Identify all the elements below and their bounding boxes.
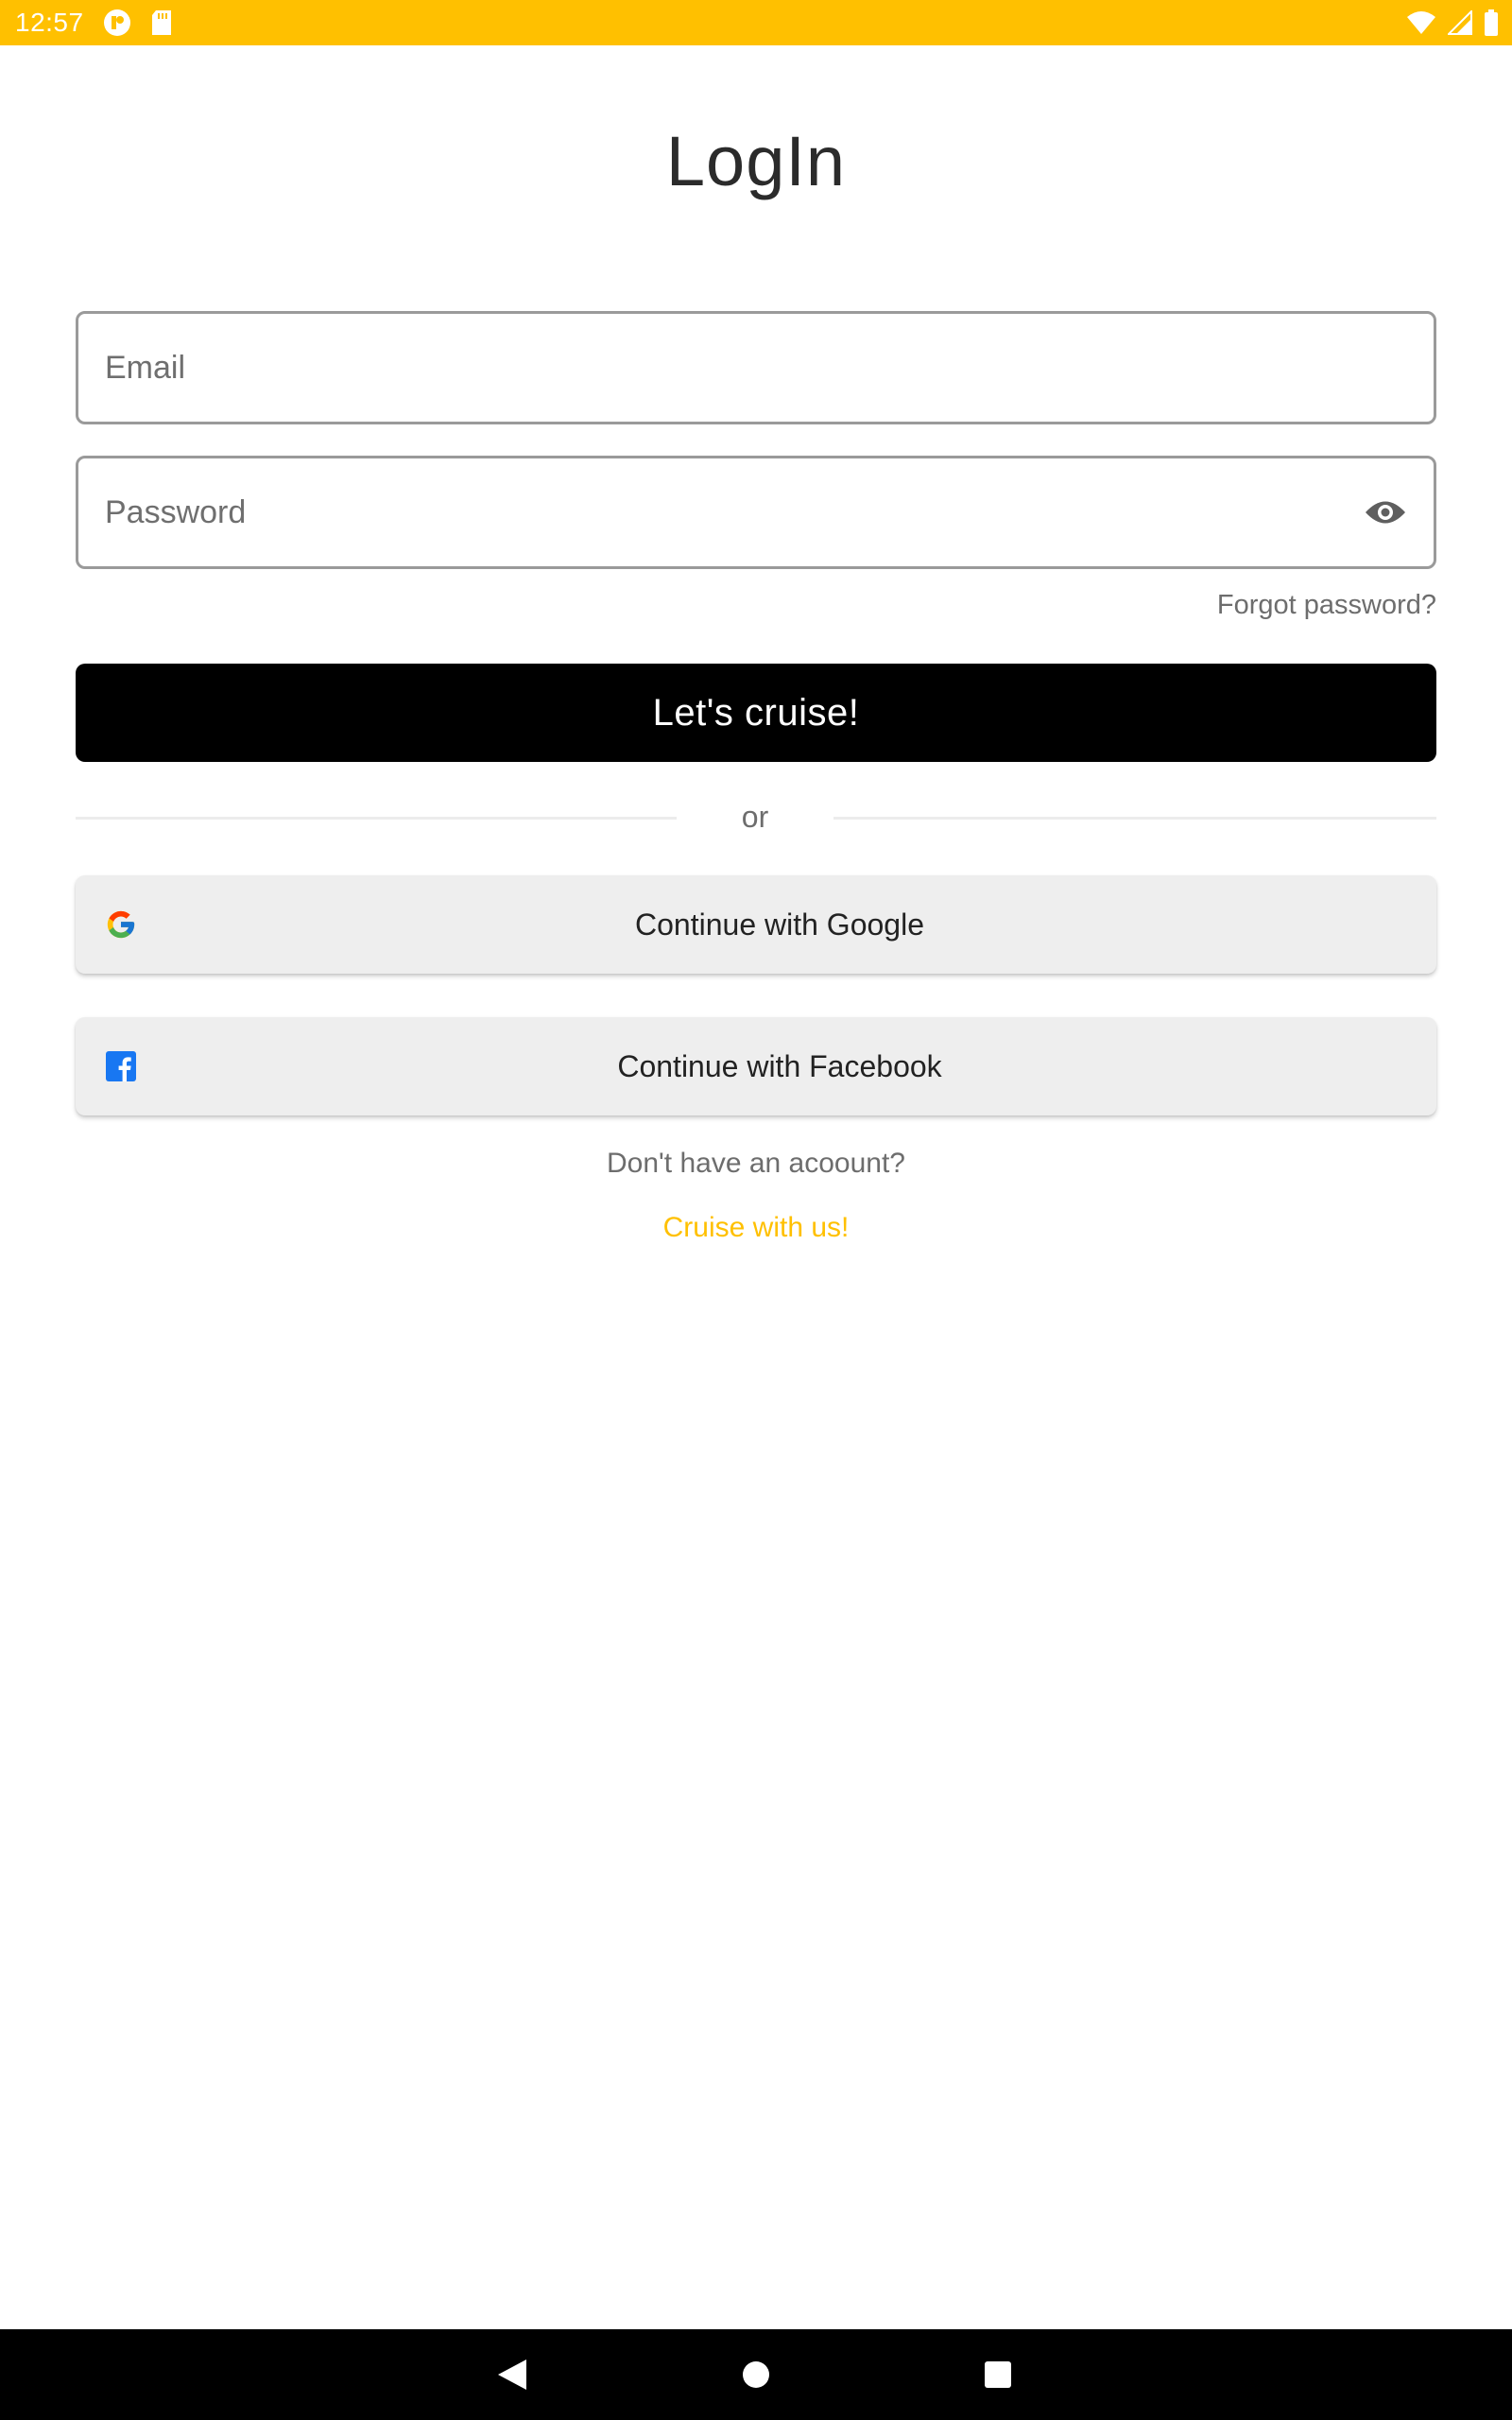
eye-icon[interactable] bbox=[1364, 490, 1407, 535]
page-title: LogIn bbox=[665, 122, 847, 200]
wifi-icon bbox=[1406, 10, 1436, 35]
sd-card-icon bbox=[150, 9, 173, 36]
email-field[interactable] bbox=[76, 311, 1436, 424]
facebook-button-label: Continue with Facebook bbox=[617, 1048, 942, 1083]
divider-line-right bbox=[833, 817, 1436, 820]
battery-icon bbox=[1484, 9, 1499, 36]
divider-line-left bbox=[76, 817, 677, 820]
or-divider: or bbox=[76, 794, 1436, 841]
status-right bbox=[1406, 9, 1499, 36]
email-input[interactable] bbox=[105, 349, 1407, 387]
cruise-with-us-link[interactable]: Cruise with us! bbox=[0, 1212, 1512, 1244]
back-icon[interactable] bbox=[486, 2348, 539, 2401]
forgot-password-link[interactable]: Forgot password? bbox=[1217, 590, 1436, 621]
facebook-icon bbox=[104, 1049, 138, 1083]
continue-with-google-button[interactable]: Continue with Google bbox=[76, 875, 1436, 974]
home-icon[interactable] bbox=[730, 2348, 782, 2401]
continue-with-facebook-button[interactable]: Continue with Facebook bbox=[76, 1017, 1436, 1115]
status-left: 12:57 bbox=[15, 8, 173, 38]
google-button-label: Continue with Google bbox=[635, 907, 924, 942]
login-button[interactable]: Let's cruise! bbox=[76, 664, 1436, 762]
google-icon bbox=[104, 908, 138, 942]
password-input[interactable] bbox=[105, 493, 1352, 531]
password-field[interactable] bbox=[76, 456, 1436, 569]
signal-icon bbox=[1448, 10, 1472, 35]
recents-icon[interactable] bbox=[971, 2348, 1024, 2401]
login-screen: 12:57 LogIn Email Forgot password? Let's… bbox=[0, 0, 1512, 2420]
navigation-bar bbox=[0, 2329, 1512, 2420]
status-time: 12:57 bbox=[15, 8, 84, 37]
app-notification-icon bbox=[103, 9, 131, 37]
no-account-text: Don't have an acoount? bbox=[607, 1148, 905, 1179]
divider-text: or bbox=[741, 800, 769, 834]
status-bar: 12:57 bbox=[0, 0, 1512, 45]
